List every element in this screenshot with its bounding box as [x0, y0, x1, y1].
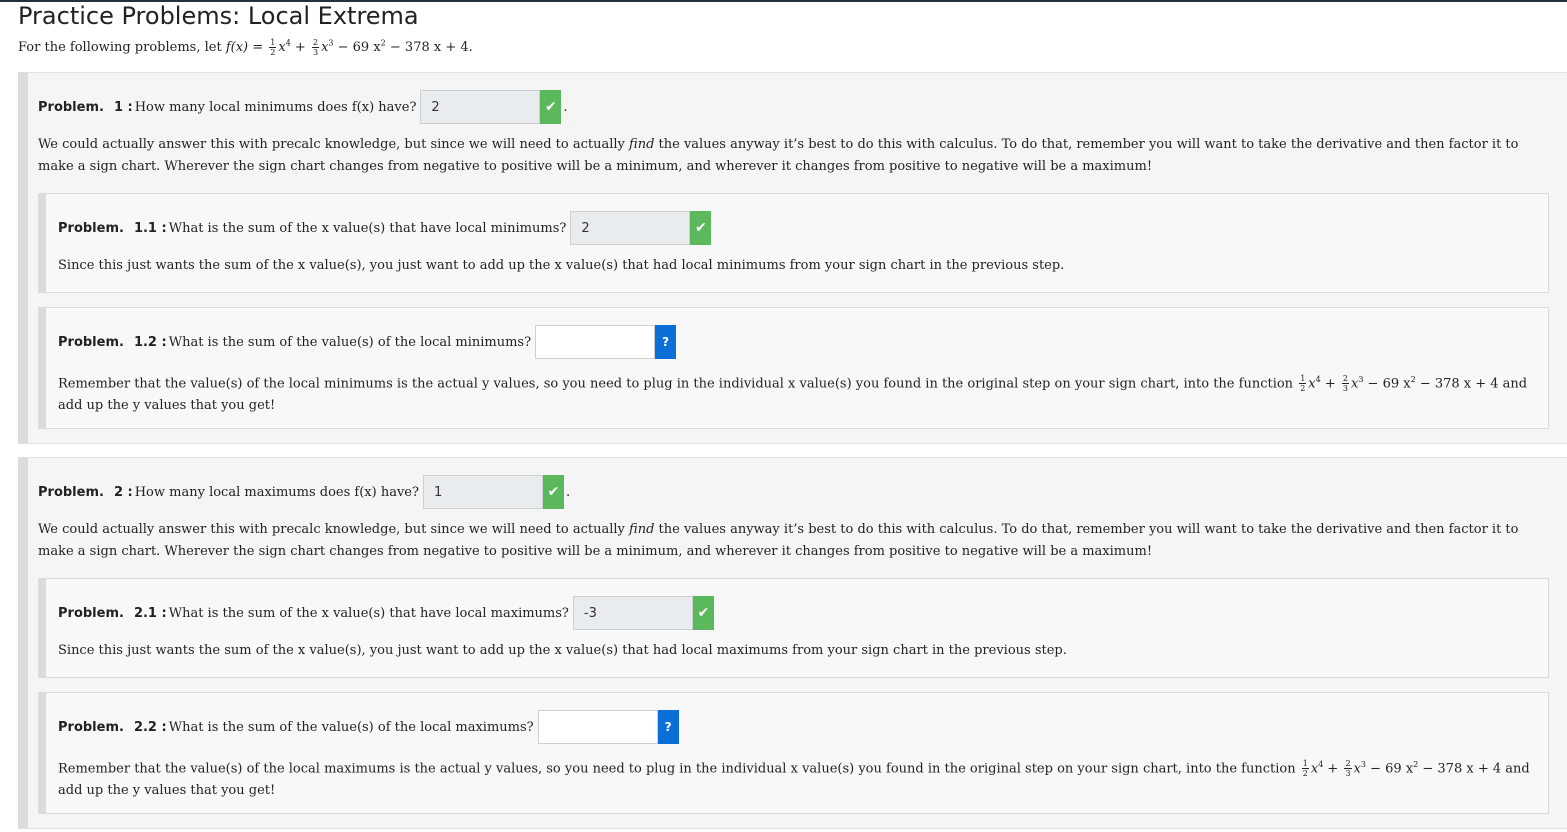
hint-plus: + — [1320, 376, 1340, 392]
problem-1-1-hint: Since this just wants the sum of the x v… — [58, 258, 1065, 273]
hint-emphasis: find — [629, 137, 655, 152]
intro-text: For the following problems, let f(x) = 1… — [18, 38, 473, 57]
problem-number: 2 : — [113, 484, 133, 500]
intro-term: x — [278, 40, 286, 55]
frac-num: 2 — [311, 38, 320, 48]
problem-1-1-question-row: Problem. 1.1 : What is the sum of the x … — [58, 211, 712, 245]
fraction-one-half: 12 — [1301, 759, 1309, 779]
correct-badge: ✔ — [542, 475, 564, 509]
problem-1-2-hint: Remember that the value(s) of the local … — [58, 369, 1538, 417]
problem-label: Problem. — [58, 719, 124, 735]
frac-num: 2 — [1344, 759, 1352, 770]
answer-field[interactable]: -3 — [572, 596, 693, 630]
check-icon: ✔ — [694, 220, 707, 236]
page-title: Practice Problems: Local Extrema — [18, 2, 419, 30]
problem-2-question-row: Problem. 2 : How many local maximums doe… — [38, 475, 570, 509]
answer-field[interactable]: 2 — [570, 211, 691, 245]
frac-num: 1 — [1299, 374, 1307, 385]
intro-tail: − 378 x + 4. — [385, 40, 473, 55]
frac-den: 3 — [1345, 769, 1351, 779]
period: . — [565, 484, 571, 500]
correct-badge: ✔ — [690, 211, 712, 245]
problem-number: 1 : — [113, 99, 133, 115]
hint-text: Remember that the value(s) of the local … — [58, 761, 1300, 777]
frac-num: 1 — [1301, 759, 1309, 770]
hint-text: − 69 x — [1363, 376, 1411, 392]
frac-num: 1 — [269, 38, 277, 48]
problem-number: 1.2 : — [133, 334, 167, 350]
intro-fx: f(x) = — [225, 40, 268, 55]
problem-1-panel: Problem. 1 : How many local minimums doe… — [18, 72, 1567, 444]
problem-2-hint: We could actually answer this with preca… — [38, 519, 1548, 563]
frac-num: 2 — [1341, 374, 1349, 385]
problem-2-2-hint: Remember that the value(s) of the local … — [58, 754, 1538, 802]
problem-2-2-panel: Problem. 2.2 : What is the sum of the va… — [38, 692, 1549, 814]
check-icon: ✔ — [545, 99, 557, 115]
problem-label: Problem. — [58, 605, 124, 621]
problem-2-1-hint: Since this just wants the sum of the x v… — [58, 643, 1067, 658]
frac-den: 3 — [312, 48, 319, 57]
correct-badge: ✔ — [692, 596, 714, 630]
check-icon: ✔ — [697, 605, 710, 621]
problem-label: Problem. — [38, 484, 104, 500]
frac-den: 2 — [1300, 384, 1306, 394]
problem-question: How many local minimums does f(x) have? — [134, 99, 417, 115]
problem-label: Problem. — [58, 334, 124, 350]
problem-question: What is the sum of the x value(s) that h… — [168, 605, 569, 621]
hint-text: We could actually answer this with preca… — [38, 522, 630, 537]
fraction-one-half: 12 — [1299, 374, 1307, 394]
problem-label: Problem. — [38, 99, 104, 115]
help-button[interactable]: ? — [657, 710, 679, 744]
hint-term: x — [1353, 761, 1361, 777]
hint-text: We could actually answer this with preca… — [38, 137, 630, 152]
fraction-two-thirds: 23 — [1341, 374, 1349, 394]
answer-field[interactable]: 1 — [422, 475, 543, 509]
intro-plus: + — [290, 40, 310, 55]
problem-1-2-panel: Problem. 1.2 : What is the sum of the va… — [38, 307, 1549, 429]
problem-1-2-question-row: Problem. 1.2 : What is the sum of the va… — [58, 325, 677, 359]
hint-emphasis: find — [629, 522, 655, 537]
fraction-one-half: 12 — [269, 38, 277, 57]
problem-number: 2.1 : — [133, 605, 167, 621]
problem-question: What is the sum of the value(s) of the l… — [168, 719, 534, 735]
correct-badge: ✔ — [540, 90, 562, 124]
fraction-two-thirds: 23 — [311, 38, 320, 57]
problem-label: Problem. — [58, 220, 124, 236]
period: . — [563, 99, 568, 115]
fraction-two-thirds: 23 — [1344, 759, 1352, 779]
hint-text: Remember that the value(s) of the local … — [58, 376, 1298, 392]
check-icon: ✔ — [547, 484, 560, 500]
problem-number: 2.2 : — [133, 719, 167, 735]
question-icon: ? — [662, 335, 670, 349]
hint-text: − 69 x — [1365, 761, 1414, 777]
problem-question: What is the sum of the x value(s) that h… — [168, 220, 567, 236]
answer-field[interactable] — [537, 710, 658, 744]
problem-1-hint: We could actually answer this with preca… — [38, 134, 1548, 178]
intro-rest: − 69 x — [333, 40, 381, 55]
problem-1-1-panel: Problem. 1.1 : What is the sum of the x … — [38, 193, 1549, 293]
problem-question: What is the sum of the value(s) of the l… — [168, 334, 532, 350]
problem-1-question-row: Problem. 1 : How many local minimums doe… — [38, 90, 568, 124]
problem-2-1-question-row: Problem. 2.1 : What is the sum of the x … — [58, 596, 714, 630]
frac-den: 2 — [270, 48, 276, 57]
frac-den: 3 — [1342, 384, 1348, 394]
question-icon: ? — [664, 720, 672, 734]
problem-2-panel: Problem. 2 : How many local maximums doe… — [18, 457, 1567, 829]
hint-term: x — [1308, 376, 1316, 392]
problem-2-1-panel: Problem. 2.1 : What is the sum of the x … — [38, 578, 1549, 678]
problem-number: 1.1 : — [133, 220, 167, 236]
frac-den: 2 — [1302, 769, 1308, 779]
problem-question: How many local maximums does f(x) have? — [134, 484, 419, 500]
hint-plus: + — [1323, 761, 1343, 777]
intro-prefix: For the following problems, let — [18, 40, 226, 55]
answer-field[interactable]: 2 — [420, 90, 541, 124]
problem-2-2-question-row: Problem. 2.2 : What is the sum of the va… — [58, 710, 679, 744]
answer-field[interactable] — [535, 325, 656, 359]
help-button[interactable]: ? — [655, 325, 677, 359]
